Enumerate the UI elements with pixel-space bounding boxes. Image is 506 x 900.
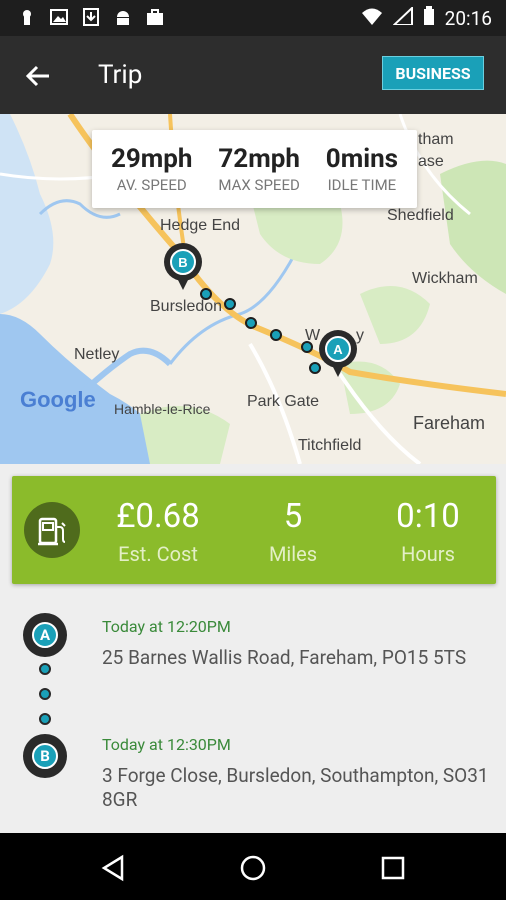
avg-speed-value: 29mph	[110, 144, 193, 174]
map-label-titchfield: Titchfield	[298, 437, 361, 454]
est-cost-stat: £0.68 Est. Cost	[98, 497, 218, 567]
map-label-y: y	[356, 327, 364, 344]
app-bar: Trip BUSINESS	[0, 36, 506, 114]
back-arrow-icon	[25, 65, 49, 87]
status-bar: 20:16	[0, 0, 506, 36]
svg-text:B: B	[178, 255, 187, 270]
miles-stat: 5 Miles	[233, 497, 353, 567]
map-label-hedge-end: Hedge End	[160, 217, 240, 234]
map-label-tham: tham	[418, 131, 454, 148]
hours-stat: 0:10 Hours	[368, 497, 488, 567]
square-recents-icon	[381, 856, 405, 880]
hours-value: 0:10	[396, 497, 460, 536]
est-cost-label: Est. Cost	[118, 542, 198, 566]
android-icon	[114, 8, 132, 26]
max-speed-stat: 72mph MAX SPEED	[218, 144, 300, 194]
route-dot	[39, 713, 51, 725]
google-logo: Google	[20, 387, 96, 412]
map-label-w: W	[305, 327, 321, 344]
trip-summary-card: £0.68 Est. Cost 5 Miles 0:10 Hours	[12, 476, 496, 584]
download-icon	[82, 8, 100, 26]
page-title: Trip	[98, 60, 143, 90]
end-marker-icon: B	[23, 734, 67, 778]
max-speed-value: 72mph	[218, 144, 300, 174]
status-time: 20:16	[444, 7, 492, 30]
idle-time-value: 0mins	[325, 144, 399, 174]
start-marker-icon: A	[23, 613, 67, 657]
nav-recents-button[interactable]	[376, 851, 410, 885]
image-icon	[50, 8, 68, 26]
start-address[interactable]: 25 Barnes Wallis Road, Fareham, PO15 5TS	[102, 646, 492, 670]
idle-time-stat: 0mins IDLE TIME	[326, 144, 398, 194]
map-label-ase: ase	[418, 153, 444, 170]
system-nav-bar	[0, 833, 506, 900]
map-label-park-gate: Park Gate	[247, 393, 319, 410]
nav-home-button[interactable]	[236, 851, 270, 885]
business-button[interactable]: BUSINESS	[382, 56, 484, 90]
speed-stats-card: 29mph AV. SPEED 72mph MAX SPEED 0mins ID…	[92, 130, 417, 208]
wifi-icon	[361, 7, 383, 30]
map-label-fareham: Fareham	[413, 413, 485, 433]
signal-icon	[391, 5, 413, 30]
miles-label: Miles	[268, 542, 318, 566]
route-dot	[39, 663, 51, 675]
miles-value: 5	[283, 497, 303, 536]
map-label-hamble: Hamble-le-Rice	[114, 401, 211, 417]
end-address[interactable]: 3 Forge Close, Bursledon, Southampton, S…	[102, 764, 492, 812]
map-label-wickham: Wickham	[412, 270, 478, 287]
briefcase-icon	[146, 8, 164, 26]
keyhole-icon	[18, 8, 36, 26]
avg-speed-stat: 29mph AV. SPEED	[111, 144, 193, 194]
end-time: Today at 12:30PM	[102, 735, 231, 754]
idle-time-label: IDLE TIME	[327, 176, 397, 194]
nav-back-button[interactable]	[96, 851, 130, 885]
map-label-shedfield: Shedfield	[387, 207, 454, 224]
triangle-back-icon	[101, 854, 124, 882]
map-pin-b[interactable]: B	[164, 243, 202, 290]
battery-icon	[423, 6, 435, 31]
map-label-netley: Netley	[74, 346, 119, 363]
hours-label: Hours	[401, 542, 455, 566]
route-dot	[39, 688, 51, 700]
fuel-pump-icon	[24, 502, 80, 558]
circle-home-icon	[240, 855, 266, 881]
max-speed-label: MAX SPEED	[218, 176, 300, 194]
map-label-bursledon: Bursledon	[150, 298, 222, 315]
start-time: Today at 12:20PM	[102, 617, 231, 636]
trip-endpoints-list: A B Today at 12:20PM 25 Barnes Wallis Ro…	[0, 598, 506, 833]
est-cost-value: £0.68	[116, 497, 200, 536]
back-button[interactable]	[20, 58, 56, 94]
avg-speed-label: AV. SPEED	[116, 176, 187, 194]
svg-text:A: A	[333, 342, 343, 357]
